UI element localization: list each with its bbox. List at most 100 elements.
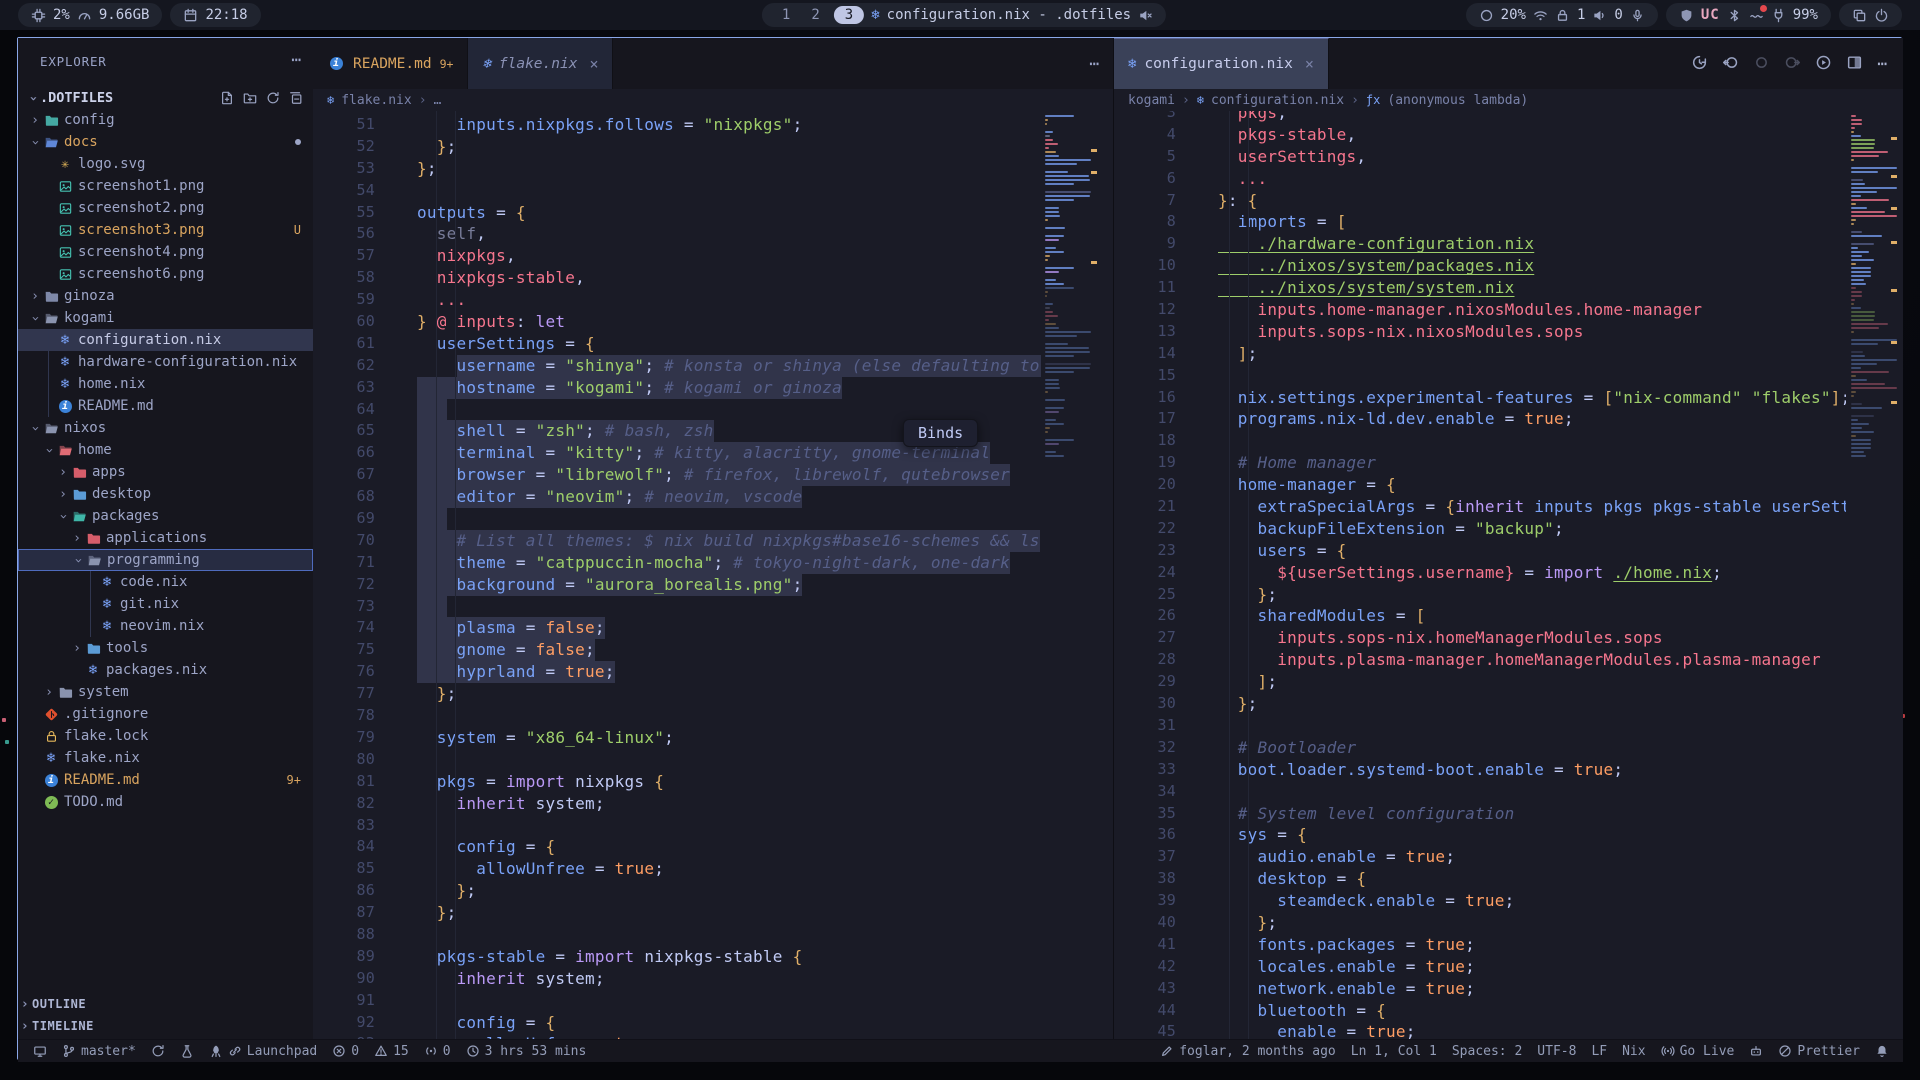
tree-item-screenshot6-png[interactable]: screenshot6.png: [18, 263, 313, 285]
code-line-40[interactable]: 40 };: [1114, 912, 1846, 934]
tree-item-todo-md[interactable]: ✓TODO.md: [18, 791, 313, 813]
code-line-88[interactable]: 88: [313, 924, 1041, 946]
code-line-89[interactable]: 89 pkgs-stable = import nixpkgs-stable {: [313, 946, 1041, 968]
tree-item-system[interactable]: ›system: [18, 681, 313, 703]
status-notifications[interactable]: [1875, 1044, 1889, 1058]
code-line-69[interactable]: 69: [313, 508, 1041, 530]
split-icon[interactable]: [1846, 54, 1863, 71]
speaker-mute-icon[interactable]: [1138, 8, 1153, 23]
code-line-59[interactable]: 59 ...: [313, 289, 1041, 311]
tree-item-kogami[interactable]: ›kogami: [18, 307, 313, 329]
status-git-branch[interactable]: master*: [62, 1044, 136, 1059]
code-line-27[interactable]: 27 inputs.sops-nix.homeManagerModules.so…: [1114, 627, 1846, 649]
code-line-85[interactable]: 85 allowUnfree = true;: [313, 858, 1041, 880]
status-wakatime[interactable]: 3 hrs 53 mins: [466, 1044, 587, 1059]
tray-uc-badge[interactable]: UC: [1701, 7, 1720, 23]
code-line-90[interactable]: 90 inherit system;: [313, 968, 1041, 990]
lock-icon[interactable]: [1555, 8, 1570, 23]
code-line-43[interactable]: 43 network.enable = true;: [1114, 978, 1846, 1000]
code-line-77[interactable]: 77 };: [313, 683, 1041, 705]
code-line-82[interactable]: 82 inherit system;: [313, 793, 1041, 815]
code-line-63[interactable]: 63 hostname = "kogami"; # kogami or gino…: [313, 377, 1041, 399]
code-line-18[interactable]: 18: [1114, 430, 1846, 452]
code-line-39[interactable]: 39 steamdeck.enable = true;: [1114, 890, 1846, 912]
close-icon[interactable]: ×: [1305, 55, 1314, 73]
tree-item-packages-nix[interactable]: ❄packages.nix: [18, 659, 313, 681]
shield-icon[interactable]: [1679, 8, 1694, 23]
code-line-53[interactable]: 53};: [313, 158, 1041, 180]
status-encoding[interactable]: UTF-8: [1537, 1044, 1576, 1059]
code-line-58[interactable]: 58 nixpkgs-stable,: [313, 267, 1041, 289]
code-line-44[interactable]: 44 bluetooth = {: [1114, 1000, 1846, 1022]
tree-item-home-nix[interactable]: ❄home.nix: [18, 373, 313, 395]
code-line-34[interactable]: 34: [1114, 781, 1846, 803]
code-line-78[interactable]: 78: [313, 705, 1041, 727]
tree-item-config[interactable]: ›config: [18, 109, 313, 131]
code-line-29[interactable]: 29 ];: [1114, 671, 1846, 693]
microphone-icon[interactable]: [1630, 8, 1645, 23]
clock-pill[interactable]: 22:18: [170, 3, 260, 27]
code-line-52[interactable]: 52 };: [313, 136, 1041, 158]
tree-item-code-nix[interactable]: ❄code.nix: [18, 571, 313, 593]
tree-item-neovim-nix[interactable]: ❄neovim.nix: [18, 615, 313, 637]
code-line-56[interactable]: 56 self,: [313, 223, 1041, 245]
code-line-11[interactable]: 11 ../nixos/system/system.nix: [1114, 277, 1846, 299]
tree-item-desktop[interactable]: ›desktop: [18, 483, 313, 505]
status-ports[interactable]: 0: [424, 1044, 451, 1059]
code-line-42[interactable]: 42 locales.enable = true;: [1114, 956, 1846, 978]
status-git-sync[interactable]: [151, 1044, 165, 1058]
status-cursor-position[interactable]: Ln 1, Col 1: [1351, 1044, 1437, 1059]
tree-item-tools[interactable]: ›tools: [18, 637, 313, 659]
code-line-3[interactable]: 3 pkgs,: [1114, 111, 1846, 124]
status-copilot[interactable]: [1749, 1044, 1763, 1058]
brightness-icon[interactable]: [1479, 8, 1494, 23]
code-line-12[interactable]: 12 inputs.home-manager.nixosModules.home…: [1114, 299, 1846, 321]
code-line-79[interactable]: 79 system = "x86_64-linux";: [313, 727, 1041, 749]
code-line-5[interactable]: 5 userSettings,: [1114, 146, 1846, 168]
status-git-blame[interactable]: foglar, 2 months ago: [1160, 1044, 1336, 1059]
explorer-more-button[interactable]: ⋯: [291, 50, 301, 69]
code-line-20[interactable]: 20 home-manager = {: [1114, 474, 1846, 496]
refresh-icon[interactable]: [266, 91, 280, 105]
tree-item-hardware-configuration-nix[interactable]: ❄hardware-configuration.nix: [18, 351, 313, 373]
notification-tray-icon[interactable]: [1749, 8, 1764, 23]
power-icon[interactable]: [1874, 8, 1889, 23]
tree-item-docs[interactable]: ›docs: [18, 131, 313, 153]
status-warnings[interactable]: 15: [374, 1044, 409, 1059]
tree-item-screenshot1-png[interactable]: screenshot1.png: [18, 175, 313, 197]
bluetooth-icon[interactable]: [1727, 8, 1742, 23]
tree-item-screenshot2-png[interactable]: screenshot2.png: [18, 197, 313, 219]
outline-section[interactable]: › OUTLINE: [18, 993, 313, 1015]
tree-item-configuration-nix[interactable]: ❄configuration.nix: [18, 329, 313, 351]
tree-item-nixos[interactable]: ›nixos: [18, 417, 313, 439]
status-errors[interactable]: 0: [332, 1044, 359, 1059]
tree-item--gitignore[interactable]: .gitignore: [18, 703, 313, 725]
code-line-7[interactable]: 7}: {: [1114, 190, 1846, 212]
nav-fwd-icon[interactable]: [1784, 54, 1801, 71]
code-line-9[interactable]: 9 ./hardware-configuration.nix: [1114, 233, 1846, 255]
code-line-32[interactable]: 32 # Bootloader: [1114, 737, 1846, 759]
code-line-31[interactable]: 31: [1114, 715, 1846, 737]
code-line-83[interactable]: 83: [313, 815, 1041, 837]
close-icon[interactable]: ×: [589, 55, 598, 73]
code-line-41[interactable]: 41 fonts.packages = true;: [1114, 934, 1846, 956]
tree-item-flake-lock[interactable]: flake.lock: [18, 725, 313, 747]
code-line-38[interactable]: 38 desktop = {: [1114, 868, 1846, 890]
code-line-76[interactable]: 76 hyprland = true;: [313, 661, 1041, 683]
code-line-37[interactable]: 37 audio.enable = true;: [1114, 846, 1846, 868]
code-line-74[interactable]: 74 plasma = false;: [313, 617, 1041, 639]
editor-more-actions-button[interactable]: ⋯: [1877, 54, 1887, 73]
tree-item-git-nix[interactable]: ❄git.nix: [18, 593, 313, 615]
code-line-54[interactable]: 54: [313, 180, 1041, 202]
code-line-8[interactable]: 8 imports = [: [1114, 211, 1846, 233]
code-line-35[interactable]: 35 # System level configuration: [1114, 803, 1846, 825]
tree-item-screenshot4-png[interactable]: screenshot4.png: [18, 241, 313, 263]
code-line-68[interactable]: 68 editor = "neovim"; # neovim, vscode: [313, 486, 1041, 508]
code-line-10[interactable]: 10 ../nixos/system/packages.nix: [1114, 255, 1846, 277]
code-editor-flake-nix[interactable]: 51 inputs.nixpkgs.follows = "nixpkgs";52…: [313, 111, 1041, 1039]
workspace-3[interactable]: 3: [834, 6, 864, 24]
code-line-87[interactable]: 87 };: [313, 902, 1041, 924]
tree-item-readme-md[interactable]: iREADME.md: [18, 395, 313, 417]
code-line-73[interactable]: 73: [313, 596, 1041, 618]
code-line-57[interactable]: 57 nixpkgs,: [313, 245, 1041, 267]
